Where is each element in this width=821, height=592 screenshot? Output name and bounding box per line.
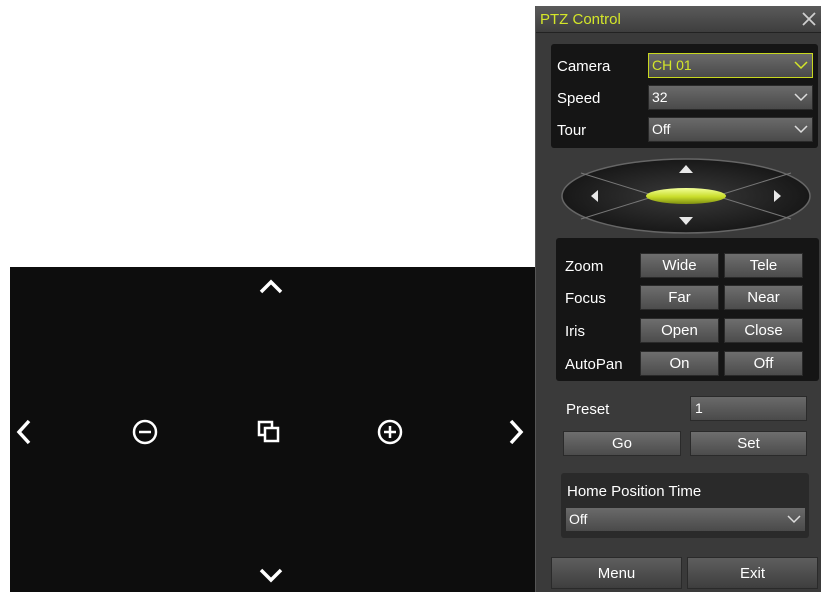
camera-select[interactable]: CH 01 xyxy=(648,53,813,78)
close-button[interactable] xyxy=(798,8,820,30)
preset-label: Preset xyxy=(566,401,610,418)
camera-settings-group: Camera CH 01 Speed 32 Tour Off xyxy=(551,44,818,148)
autopan-on-button[interactable]: On xyxy=(640,351,719,376)
chevron-down-icon xyxy=(794,61,808,70)
zoom-in-icon xyxy=(377,419,403,445)
tour-label: Tour xyxy=(557,122,587,139)
chevron-left-icon xyxy=(16,419,31,445)
camera-label: Camera xyxy=(557,58,611,75)
home-position-select[interactable]: Off xyxy=(565,507,806,532)
home-position-value: Off xyxy=(569,511,588,527)
speed-select[interactable]: 32 xyxy=(648,85,813,110)
iris-label: Iris xyxy=(565,323,585,340)
autopan-label: AutoPan xyxy=(565,356,623,373)
iris-open-button[interactable]: Open xyxy=(640,318,719,343)
zoom-in-button[interactable] xyxy=(373,415,407,449)
zoom-tele-button[interactable]: Tele xyxy=(724,253,803,278)
ptz-control-panel: PTZ Control Camera CH 01 Speed 32 Tour O… xyxy=(535,6,821,592)
pan-right-button[interactable] xyxy=(504,415,528,449)
preset-set-button[interactable]: Set xyxy=(690,431,807,456)
chevron-down-icon xyxy=(794,93,808,102)
ptz-direction-pad[interactable] xyxy=(561,157,811,235)
chevron-down-icon xyxy=(794,125,808,134)
chevron-right-icon xyxy=(509,419,524,445)
close-icon xyxy=(802,12,816,26)
focus-near-button[interactable]: Near xyxy=(724,285,803,310)
iris-close-button[interactable]: Close xyxy=(724,318,803,343)
speed-label: Speed xyxy=(557,90,601,107)
focus-far-button[interactable]: Far xyxy=(640,285,719,310)
zoom-out-icon xyxy=(132,419,158,445)
chevron-down-icon xyxy=(259,568,283,583)
lens-controls-group: Zoom Wide Tele Focus Far Near Iris Open … xyxy=(556,238,819,381)
panel-title: PTZ Control xyxy=(540,11,621,28)
dpad-center-button[interactable] xyxy=(646,188,726,204)
menu-button[interactable]: Menu xyxy=(551,557,682,589)
autopan-off-button[interactable]: Off xyxy=(724,351,803,376)
preset-go-button[interactable]: Go xyxy=(563,431,681,456)
chevron-up-icon xyxy=(259,279,283,294)
window-icon xyxy=(257,420,280,443)
pan-left-button[interactable] xyxy=(12,415,36,449)
focus-label: Focus xyxy=(565,290,606,307)
chevron-down-icon xyxy=(787,515,801,524)
home-position-label: Home Position Time xyxy=(567,483,702,500)
pan-up-button[interactable] xyxy=(254,275,288,299)
window-toggle-button[interactable] xyxy=(252,415,286,449)
video-view[interactable] xyxy=(10,267,535,592)
speed-value: 32 xyxy=(652,89,668,105)
zoom-label: Zoom xyxy=(565,258,604,275)
tour-value: Off xyxy=(652,121,671,137)
preset-input[interactable]: 1 xyxy=(690,396,807,421)
camera-value: CH 01 xyxy=(652,57,692,73)
zoom-out-button[interactable] xyxy=(128,415,162,449)
exit-button[interactable]: Exit xyxy=(687,557,818,589)
pan-down-button[interactable] xyxy=(254,563,288,587)
zoom-wide-button[interactable]: Wide xyxy=(640,253,719,278)
tour-select[interactable]: Off xyxy=(648,117,813,142)
title-bar: PTZ Control xyxy=(536,6,821,33)
